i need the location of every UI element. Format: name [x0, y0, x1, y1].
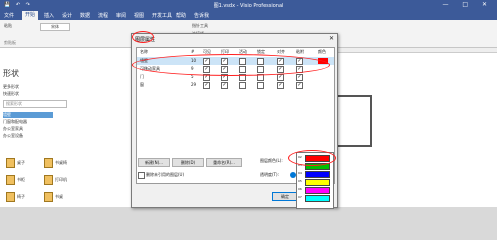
printer-icon: [44, 175, 53, 185]
quick-shapes-link[interactable]: 快速形状: [3, 91, 19, 97]
color-swatch[interactable]: [305, 179, 330, 186]
col-number: #: [191, 49, 195, 54]
color-swatch[interactable]: [305, 171, 330, 178]
color-index: 05: [298, 179, 302, 183]
tab-developer[interactable]: 开发工具: [152, 12, 172, 19]
shapes-panel: 形状 更多形状 快速形状 搜索形状 墙壁 门窗和配电器 办公室家具 办公室设备 …: [0, 48, 136, 207]
chair-icon: [6, 192, 15, 202]
tab-data[interactable]: 数据: [80, 12, 90, 19]
shape-desk[interactable]: 桌子: [6, 158, 25, 168]
layer-color-cell[interactable]: [318, 74, 328, 80]
shape-printer[interactable]: 打印机: [44, 175, 67, 185]
remove-unreferenced-checkbox[interactable]: [138, 172, 145, 179]
shapes-panel-title: 形状: [3, 69, 19, 78]
shape-table[interactable]: 书桌: [44, 192, 63, 202]
col-color: 颜色: [318, 49, 326, 54]
annotation-row-circle: [132, 54, 330, 76]
annotation-color-circle: [288, 150, 336, 166]
ribbon-tabs: 文件 开始 插入 设计 数据 流程 审阅 视图 开发工具 帮助 告诉我: [0, 11, 497, 20]
font-name-select[interactable]: 宋体: [40, 23, 70, 31]
color-swatch[interactable]: [305, 187, 330, 194]
shape-bookcase[interactable]: 书柜: [6, 175, 25, 185]
tab-home[interactable]: 开始: [22, 11, 39, 20]
color-index: 04: [298, 171, 302, 175]
shape-desk-chair[interactable]: 书桌椅: [44, 158, 67, 168]
wall-line[interactable]: [336, 145, 372, 147]
layer-property-checkbox[interactable]: ✓: [277, 74, 284, 81]
tab-help[interactable]: 帮助: [176, 12, 186, 19]
stencil-office-furniture[interactable]: 办公室家具: [3, 126, 23, 132]
tab-design[interactable]: 设计: [62, 12, 72, 19]
annotation-title-circle: [132, 31, 154, 43]
new-layer-button[interactable]: 新建(N)...: [138, 158, 170, 167]
pointer-tool-button[interactable]: 指针工具: [192, 23, 208, 29]
delete-layer-button[interactable]: 删除(D): [172, 158, 204, 167]
stencil-walls[interactable]: 墙壁: [3, 112, 53, 118]
layer-property-checkbox[interactable]: ✓: [296, 74, 303, 81]
bookcase-icon: [6, 175, 15, 185]
wall-line[interactable]: [336, 95, 372, 97]
tab-tell-me[interactable]: 告诉我: [194, 12, 209, 19]
layer-property-checkbox[interactable]: [257, 82, 264, 89]
dialog-close-button[interactable]: ✕: [329, 35, 334, 42]
layer-name[interactable]: 窗: [140, 82, 144, 88]
stencil-office-equipment[interactable]: 办公室设备: [3, 133, 23, 139]
tab-view[interactable]: 视图: [134, 12, 144, 19]
more-shapes-link[interactable]: 更多形状: [3, 84, 19, 90]
shapes-search-input[interactable]: 搜索形状: [3, 100, 67, 108]
ok-button[interactable]: 确定: [272, 192, 298, 201]
layer-row[interactable]: 窗 29 ✓ ✓ ✓ ✓: [137, 81, 334, 89]
window-controls[interactable]: — □ ✕: [442, 1, 493, 8]
layer-property-checkbox[interactable]: [239, 82, 246, 89]
title-bar: 💾 ↶ ↷ 图1.vsdx - Visio Professional — □ ✕: [0, 0, 497, 11]
layer-color-label: 图层颜色(L):: [260, 158, 283, 163]
tab-file[interactable]: 文件: [4, 12, 14, 19]
color-index: 06: [298, 187, 302, 191]
layer-color-cell[interactable]: [318, 82, 328, 88]
col-snap: 对齐: [277, 49, 285, 54]
clipboard-group-label: 剪贴板: [4, 40, 16, 45]
tab-insert[interactable]: 插入: [44, 12, 54, 19]
layer-property-checkbox[interactable]: ✓: [296, 82, 303, 89]
layer-property-checkbox[interactable]: ✓: [277, 82, 284, 89]
layer-name[interactable]: 门: [140, 74, 144, 80]
col-name: 名称: [140, 49, 148, 54]
shape-chair[interactable]: 椅子: [6, 192, 25, 202]
rename-layer-button[interactable]: 重命名(R)...: [206, 158, 242, 167]
layer-shape-count: 29: [191, 82, 197, 87]
color-swatch[interactable]: [305, 195, 330, 202]
transparency-label: 透明度(T):: [260, 172, 279, 177]
chair-icon: [44, 158, 53, 168]
paste-button[interactable]: 粘贴: [4, 23, 12, 29]
wall-line[interactable]: [370, 95, 372, 145]
stencil-doors-windows[interactable]: 门窗和配电器: [3, 119, 27, 125]
tab-review[interactable]: 审阅: [116, 12, 126, 19]
layer-property-checkbox[interactable]: ✓: [221, 82, 228, 89]
layer-property-checkbox[interactable]: ✓: [203, 82, 210, 89]
color-index: 07: [298, 195, 302, 199]
window-title: 图1.vsdx - Visio Professional: [213, 3, 284, 9]
tab-process[interactable]: 流程: [98, 12, 108, 19]
col-glue: 粘附: [296, 49, 304, 54]
remove-unreferenced-label: 删除未引用的图层(U): [146, 172, 185, 177]
desk-icon: [6, 158, 15, 168]
table-icon: [44, 192, 53, 202]
